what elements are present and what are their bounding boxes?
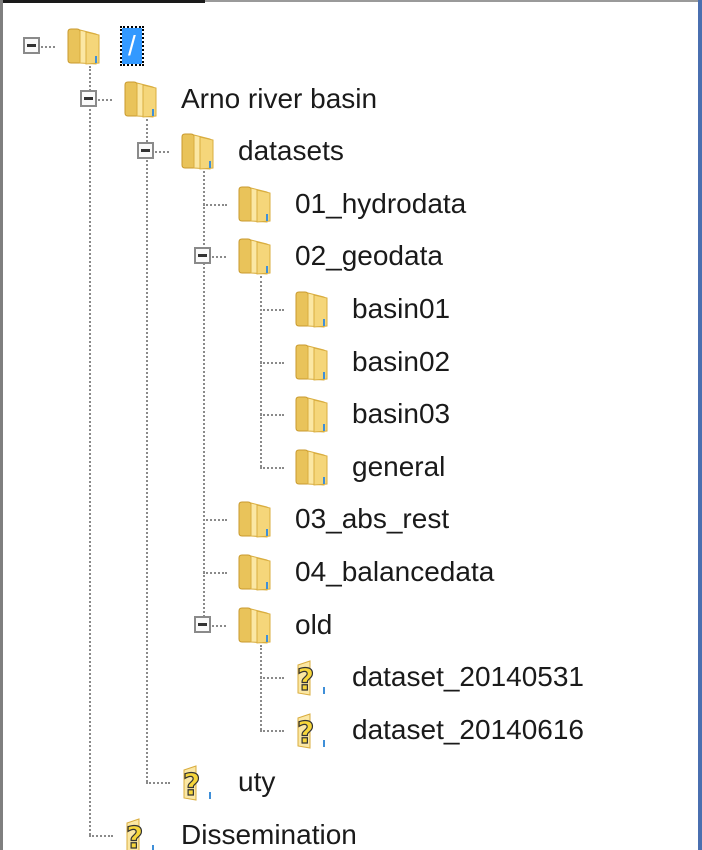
svg-text:?: ? (297, 716, 314, 750)
svg-text:?: ? (126, 821, 143, 850)
tree-node-label[interactable]: basin03 (352, 396, 450, 432)
collapse-toggle-icon[interactable] (23, 37, 40, 54)
tree-node-arno[interactable]: Arno river basin (0, 73, 690, 125)
tree-node-old[interactable]: old (0, 599, 690, 651)
tree-node-abs_rest[interactable]: 03_abs_rest (0, 493, 690, 545)
tree-node-root[interactable]: / (0, 20, 690, 72)
tree-node-general[interactable]: general (0, 441, 690, 493)
tree-node-label[interactable]: Dissemination (181, 817, 357, 850)
panel-header-edge (0, 0, 205, 3)
tree-node-label[interactable]: uty (238, 764, 275, 800)
folder-icon (180, 131, 216, 171)
folder-icon (294, 342, 330, 382)
tree-node-label[interactable]: datasets (238, 133, 344, 169)
tree-node-datasets[interactable]: datasets (0, 125, 690, 177)
tree-node-uty[interactable]: ? uty (0, 756, 690, 808)
collapse-toggle-icon[interactable] (194, 247, 211, 265)
unknown-item-icon: ? (294, 657, 330, 699)
tree-node-basin03[interactable]: basin03 (0, 388, 690, 440)
tree-node-balancedata[interactable]: 04_balancedata (0, 546, 690, 598)
folder-icon (294, 394, 330, 434)
svg-text:?: ? (297, 663, 314, 697)
folder-tree-panel[interactable]: / Arno river basin datasets 01_hydrodata… (0, 0, 702, 850)
svg-text:?: ? (183, 768, 200, 802)
tree-node-label[interactable]: dataset_20140531 (352, 659, 584, 695)
tree-node-label[interactable]: 02_geodata (295, 238, 443, 274)
tree-node-label[interactable]: 01_hydrodata (295, 186, 466, 222)
folder-icon (237, 236, 273, 276)
tree-node-label[interactable]: 04_balancedata (295, 554, 494, 590)
unknown-item-icon: ? (294, 710, 330, 751)
tree-node-ds0531[interactable]: ? dataset_20140531 (0, 651, 690, 703)
collapse-toggle-icon[interactable] (137, 142, 154, 160)
tree-node-label[interactable]: basin01 (352, 291, 450, 327)
tree-node-label[interactable]: basin02 (352, 344, 450, 380)
folder-icon (294, 289, 330, 329)
tree-node-label[interactable]: old (295, 607, 332, 643)
folder-icon (237, 184, 273, 224)
tree-node-label[interactable]: Arno river basin (181, 81, 377, 117)
tree-node-geodata[interactable]: 02_geodata (0, 230, 690, 282)
tree-node-basin01[interactable]: basin01 (0, 283, 690, 335)
unknown-item-icon: ? (123, 815, 159, 850)
collapse-toggle-icon[interactable] (80, 89, 97, 107)
tree-node-basin02[interactable]: basin02 (0, 336, 690, 388)
tree-node-dissemination[interactable]: ? Dissemination (0, 809, 690, 850)
tree-node-label[interactable]: 03_abs_rest (295, 501, 449, 537)
folder-icon (237, 552, 273, 592)
tree-node-label[interactable]: dataset_20140616 (352, 712, 584, 748)
folder-icon (66, 26, 102, 66)
tree-node-label[interactable]: general (352, 449, 445, 485)
collapse-toggle-icon[interactable] (194, 615, 211, 633)
tree-node-label[interactable]: / (120, 26, 144, 66)
folder-icon (237, 499, 273, 539)
tree-node-ds0616[interactable]: ? dataset_20140616 (0, 704, 690, 756)
folder-icon (123, 79, 159, 119)
folder-icon (294, 447, 330, 487)
folder-icon (237, 605, 273, 645)
tree-node-hydrodata[interactable]: 01_hydrodata (0, 178, 690, 230)
panel-right-border (698, 0, 702, 850)
unknown-item-icon: ? (180, 762, 216, 804)
